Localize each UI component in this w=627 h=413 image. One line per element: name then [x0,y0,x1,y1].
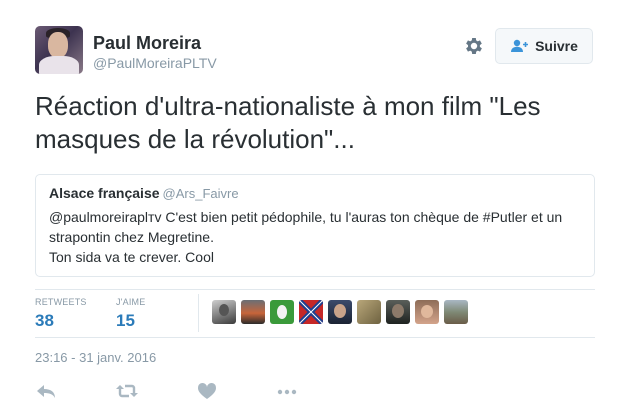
quoted-text-line: Ton sida va te crever. Cool [49,249,214,265]
heart-icon[interactable] [196,381,218,401]
quoted-tweet-text: @paulmoreiraplтv C'est bien petit pédoph… [49,207,581,267]
likes-count[interactable]: 15 [116,311,135,331]
quoted-author-handle: @Ars_Faivre [162,186,239,201]
more-icon[interactable] [276,381,298,401]
tweet-timestamp[interactable]: 23:16 - 31 janv. 2016 [35,350,156,365]
quoted-text-line: @paulmoreiraplтv C'est bien petit pédoph… [49,209,563,225]
liker-avatar[interactable] [386,300,410,324]
tweet-text: Réaction d'ultra-nationaliste à mon film… [35,91,541,154]
retweets-count[interactable]: 38 [35,311,54,331]
liker-avatar[interactable] [212,300,236,324]
stats-divider-bottom [35,337,595,338]
liker-avatar[interactable] [357,300,381,324]
author-handle[interactable]: @PaulMoreiraPLTV [93,55,217,71]
retweet-icon[interactable] [116,381,138,401]
quoted-tweet-header: Alsace française @Ars_Faivre [49,185,581,203]
liker-avatar[interactable] [415,300,439,324]
liker-avatar[interactable] [328,300,352,324]
liker-avatar[interactable] [444,300,468,324]
avatar-body [39,56,79,74]
quoted-author-name: Alsace française [49,185,160,201]
likers-avatars [212,300,468,324]
author-avatar[interactable] [35,26,83,74]
avatar-face [48,32,68,58]
liker-avatar[interactable] [241,300,265,324]
stats-separator [198,294,199,332]
gear-icon[interactable] [463,35,485,57]
author-name[interactable]: Paul Moreira [93,33,201,54]
likes-label: J'AIME [116,297,146,307]
liker-avatar[interactable] [299,300,323,324]
liker-avatar[interactable] [270,300,294,324]
stats-divider-top [35,289,595,290]
quoted-text-line: strapontin chez Megretine. [49,229,214,245]
quoted-tweet[interactable]: Alsace française @Ars_Faivre @paulmoreira… [35,174,595,277]
follow-button-label: Suivre [535,38,578,54]
reply-icon[interactable] [35,381,57,401]
retweets-label: RETWEETS [35,297,87,307]
follow-button[interactable]: Suivre [495,28,593,64]
add-user-icon [511,39,529,52]
